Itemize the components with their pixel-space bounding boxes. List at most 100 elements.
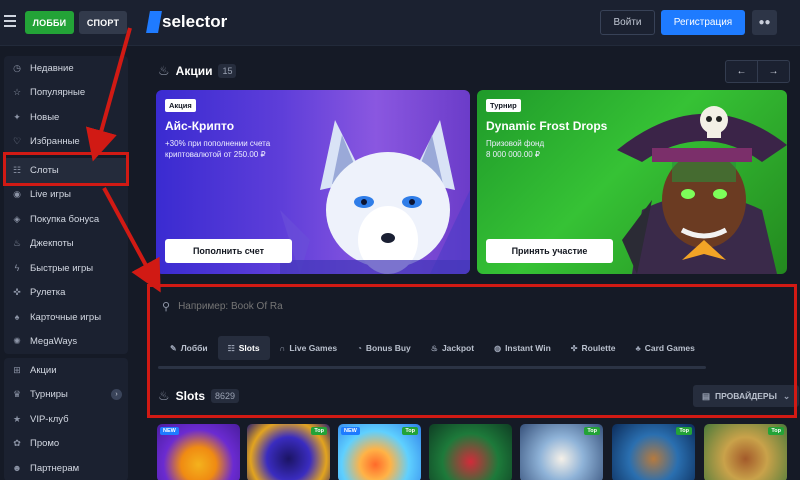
new-badge: NEW: [160, 427, 179, 435]
sidebar-item-label: Избранные: [30, 136, 80, 148]
gift-icon: ⊞: [13, 364, 21, 375]
promos-count: 15: [218, 64, 237, 78]
trophy-icon: ♛: [12, 389, 22, 400]
sidebar-item-live[interactable]: ◉ Live игры: [4, 183, 128, 208]
sidebar-item-bonus-buy[interactable]: ◈ Покупка бонуса: [4, 207, 128, 232]
partners-icon: ☻: [12, 463, 22, 474]
sidebar-item-promo[interactable]: ✿ Промо: [4, 432, 128, 457]
top-badge: Top: [768, 427, 784, 435]
sidebar-item-label: Новые: [30, 111, 60, 123]
arrow-left-icon: ←: [736, 66, 747, 77]
game-tile[interactable]: Top: [704, 424, 787, 480]
sidebar-item-label: VIP-клуб: [30, 413, 69, 425]
sidebar-item-promotions[interactable]: ⊞ Акции: [4, 358, 128, 383]
sidebar-item-label: Недавние: [30, 62, 74, 74]
arrow-right-icon: →: [768, 66, 779, 77]
sport-button[interactable]: СПОРТ: [79, 11, 127, 34]
casino-lobby-page: ЛОББИ СПОРТ selector Войти Регистрация ●…: [0, 0, 800, 480]
chat-button[interactable]: ●●: [752, 10, 777, 35]
flame-icon: ♨: [158, 63, 170, 78]
sidebar-item-vip[interactable]: ★ VIP-клуб: [4, 407, 128, 432]
game-tile[interactable]: [429, 424, 512, 480]
sidebar-item-label: Джекпоты: [30, 238, 74, 250]
banner-subtitle: Призовой фонд 8 000 000.00 ₽: [486, 139, 545, 159]
vip-icon: ★: [12, 413, 22, 424]
highlight-slots-sidebar: [3, 152, 129, 186]
promos-title: Акции: [175, 64, 213, 78]
highlight-filter-panel: [147, 284, 797, 418]
sidebar-item-tournaments[interactable]: ♛ Турниры ›: [4, 383, 128, 408]
sparkle-icon: ✦: [13, 111, 21, 122]
banner-tag: Турнир: [486, 99, 521, 112]
top-badge: Top: [584, 427, 600, 435]
banner-tag: Акция: [165, 99, 196, 112]
lobby-button[interactable]: ЛОББИ: [25, 11, 74, 34]
top-badge: Top: [676, 427, 692, 435]
promos-header: ♨ Акции 15: [158, 63, 237, 79]
megaways-icon: ✺: [13, 336, 21, 347]
sidebar-item-fast-games[interactable]: ϟ Быстрые игры: [4, 256, 128, 281]
menu-icon[interactable]: [4, 15, 16, 27]
fox-illustration: [280, 120, 470, 274]
sidebar-item-label: Промо: [30, 438, 60, 450]
cart-icon: ◈: [13, 213, 21, 224]
sidebar-item-jackpots[interactable]: ♨ Джекпоты: [4, 232, 128, 257]
join-button[interactable]: Принять участие: [486, 239, 613, 263]
sidebar: ◷ Недавние ☆ Популярные ✦ Новые ♡ Избранные …: [0, 46, 136, 480]
sidebar-item-favorites[interactable]: ♡ Избранные: [4, 130, 128, 155]
promo-icon: ✿: [13, 438, 21, 449]
register-button[interactable]: Регистрация: [661, 10, 745, 35]
pirate-illustration: [617, 106, 787, 274]
sidebar-item-label: MegaWays: [30, 336, 78, 348]
next-button[interactable]: →: [757, 60, 790, 83]
chevron-right-icon[interactable]: ›: [111, 389, 122, 401]
banner-title: Dynamic Frost Drops: [486, 119, 608, 133]
top-badge: Top: [402, 427, 418, 435]
live-icon: ◉: [13, 189, 21, 200]
flame-icon: ♨: [12, 238, 22, 249]
sidebar-item-label: Рулетка: [30, 287, 66, 299]
sidebar-group-browse: ◷ Недавние ☆ Популярные ✦ Новые ♡ Избранные: [4, 56, 128, 154]
game-tile[interactable]: NEW: [157, 424, 240, 480]
sidebar-item-label: Live игры: [30, 189, 71, 201]
sidebar-item-roulette[interactable]: ✜ Рулетка: [4, 281, 128, 306]
game-tile[interactable]: Top: [612, 424, 695, 480]
sidebar-item-label: Быстрые игры: [30, 262, 94, 274]
sidebar-item-card-games[interactable]: ♠ Карточные игры: [4, 305, 128, 330]
sidebar-group-extras: ⊞ Акции ♛ Турниры › ★ VIP-клуб ✿ Промо ☻ Партн…: [4, 358, 128, 480]
sidebar-item-popular[interactable]: ☆ Популярные: [4, 81, 128, 106]
new-badge: NEW: [341, 427, 360, 435]
banner-subtitle: +30% при пополнении счета криптовалютой …: [165, 139, 271, 159]
sidebar-item-partners[interactable]: ☻ Партнерам: [4, 456, 128, 480]
logo-text: selector: [162, 12, 228, 31]
login-button[interactable]: Войти: [600, 10, 655, 35]
star-icon: ☆: [12, 87, 22, 98]
sidebar-group-categories: ☷ Слоты ◉ Live игры ◈ Покупка бонуса ♨ Джекп…: [4, 158, 128, 354]
prev-button[interactable]: ←: [725, 60, 758, 83]
sidebar-item-label: Партнерам: [30, 462, 80, 474]
banner-title: Айс-Крипто: [165, 119, 235, 133]
chat-icon: ●●: [758, 17, 771, 28]
deposit-button[interactable]: Пополнить счет: [165, 239, 292, 263]
logo-mark: [146, 11, 162, 33]
logo[interactable]: selector: [146, 11, 228, 33]
game-tile[interactable]: Top: [520, 424, 603, 480]
top-bar: ЛОББИ СПОРТ selector Войти Регистрация ●…: [0, 0, 800, 46]
lightning-icon: ϟ: [14, 263, 20, 274]
sidebar-item-recent[interactable]: ◷ Недавние: [4, 56, 128, 81]
promo-banner-frost-drops[interactable]: Турнир Dynamic Frost Drops Призовой фонд…: [477, 90, 787, 274]
sidebar-item-label: Карточные игры: [30, 311, 102, 323]
roulette-icon: ✜: [13, 287, 21, 298]
promo-banner-ice-crypto[interactable]: Акция Айс-Крипто +30% при пополнении сче…: [156, 90, 470, 274]
game-tile[interactable]: NEW Top: [338, 424, 421, 480]
cards-icon: ♠: [14, 312, 20, 323]
sidebar-item-megaways[interactable]: ✺ MegaWays: [4, 330, 128, 355]
game-tile[interactable]: Top: [247, 424, 330, 480]
clock-icon: ◷: [13, 62, 21, 73]
sidebar-item-label: Покупка бонуса: [30, 213, 100, 225]
sidebar-item-new[interactable]: ✦ Новые: [4, 105, 128, 130]
heart-icon: ♡: [12, 136, 22, 147]
sidebar-item-label: Популярные: [30, 87, 86, 99]
sidebar-item-label: Турниры: [30, 389, 68, 401]
sidebar-item-label: Акции: [30, 364, 57, 376]
